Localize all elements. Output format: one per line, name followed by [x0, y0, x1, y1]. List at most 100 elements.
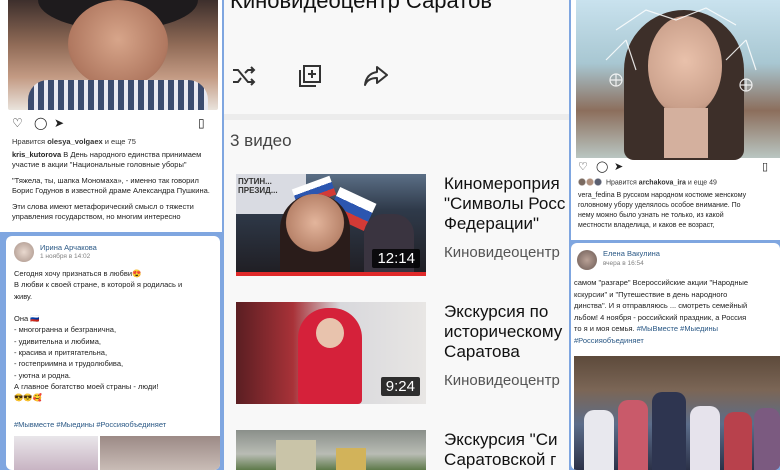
post-image[interactable]: [14, 436, 98, 470]
post-date[interactable]: вчера в 16:54: [603, 260, 644, 267]
video-title-line: Федерации": [444, 214, 540, 233]
video-title-line: Экскурсия "Си: [444, 430, 558, 449]
photo-person: [618, 400, 648, 470]
photo-person: [754, 408, 780, 470]
author-name[interactable]: Ирина Арчакова: [40, 243, 97, 252]
video-title[interactable]: Экскурсия "Си Саратовской г: [444, 430, 569, 470]
author-name[interactable]: Елена Вакулина: [603, 249, 660, 258]
comment-icon[interactable]: ◯: [34, 116, 47, 130]
thumb-face: [316, 318, 344, 348]
caption-line: vera_fedina В русском народном костюме ж…: [578, 192, 747, 199]
photo-person: [584, 410, 614, 470]
post-date[interactable]: 1 ноября в 14:02: [40, 253, 90, 260]
photo-person: [724, 412, 752, 470]
post-line: живу.: [14, 291, 33, 301]
heart-icon[interactable]: ♡: [578, 160, 588, 173]
photo-face: [68, 0, 168, 88]
video-duration: 12:14: [372, 249, 420, 268]
likes-suffix[interactable]: и еще 49: [688, 179, 717, 186]
caption-paragraph: "Тяжела, ты, шапка Мономаха», - именно т…: [12, 176, 210, 195]
video-title-line: Киномероприя: [444, 174, 560, 193]
snowflake-filter-overlay: [605, 7, 757, 92]
video-title[interactable]: Экскурсия по историческому Саратова: [444, 302, 569, 362]
caption-line: нему можно было узнать не только, из как…: [578, 212, 724, 219]
instagram-post-left: ♡ ◯ ➤ ▯ Нравится olesya_volgaex и еще 75…: [0, 0, 222, 232]
caption-line: местности владелица, и каков ее возраст,: [578, 222, 715, 229]
post-photo[interactable]: [576, 0, 780, 160]
photo-person: [652, 392, 686, 470]
post-line: кскурсии" и "Путешествие в день народног…: [574, 289, 728, 299]
thumb-building: [336, 448, 366, 470]
post-line: - красива и притягательна,: [14, 348, 108, 358]
likes-prefix: Нравится: [12, 137, 46, 146]
post-line: - гостеприимна и трудолюбива,: [14, 359, 124, 369]
likes-prefix: Нравится: [605, 179, 637, 187]
hashtags[interactable]: #МыВместе #Мыедины: [637, 324, 718, 333]
heart-icon[interactable]: ♡: [12, 116, 23, 130]
video-title-line: Саратовской г: [444, 450, 557, 469]
video-channel[interactable]: Киновидеоцентр: [444, 372, 560, 389]
post-line: льбом! 4 ноября - российский праздник, а…: [574, 312, 747, 322]
post-line: - уютна и родна.: [14, 370, 71, 380]
playlist-title: Киновидеоцентр Саратов: [230, 0, 493, 13]
photo-person: [690, 406, 720, 470]
liker-avatars: [578, 178, 604, 187]
post-line: - удивительна и любима,: [14, 336, 101, 346]
post-actions: ♡ ◯ ➤ ▯: [578, 160, 778, 174]
video-item[interactable]: Экскурсия "Си Саратовской г: [224, 430, 569, 470]
youtube-playlist: Киновидеоцентр Саратов 3 видео ПУТИН... …: [224, 0, 569, 470]
post-images: [14, 436, 220, 470]
post-body: Сегодня хочу признаться в любви😍 В любви…: [14, 268, 214, 404]
vk-post-right: Елена Вакулина вчера в 16:54 самом "разг…: [571, 243, 780, 470]
post-line: Сегодня хочу признаться в любви😍: [14, 269, 142, 278]
instagram-post-right: ♡ ◯ ➤ ▯ Нравится archakova_ira и еще 49 …: [571, 0, 780, 240]
comment-icon[interactable]: ◯: [596, 160, 608, 173]
watch-progress: [236, 272, 426, 276]
post-author[interactable]: kris_kutorova: [12, 150, 61, 159]
video-title-line: "Символы Росс: [444, 194, 566, 213]
thumb-caption: ПУТИН... ПРЕЗИД...: [238, 177, 278, 195]
share-icon[interactable]: ➤: [614, 160, 623, 173]
video-thumbnail[interactable]: [236, 430, 426, 470]
share-icon[interactable]: [360, 60, 392, 92]
video-title-line: историческому: [444, 322, 563, 341]
likes-user[interactable]: olesya_volgaex: [47, 137, 102, 146]
video-thumbnail[interactable]: ПУТИН... ПРЕЗИД... 12:14: [236, 174, 426, 276]
video-channel[interactable]: Киновидеоцентр: [444, 244, 560, 261]
thumb-building: [276, 440, 316, 470]
video-item[interactable]: 9:24 Экскурсия по историческому Саратова…: [224, 302, 569, 420]
vk-post-left: Ирина Арчакова 1 ноября в 14:02 Сегодня …: [6, 236, 220, 470]
bookmark-icon[interactable]: ▯: [198, 116, 205, 130]
caption-line: головному убору уделялось особое внимани…: [578, 202, 741, 209]
video-title-line: Экскурсия по: [444, 302, 549, 321]
likes-text: Нравится archakova_ira и еще 49: [578, 178, 717, 187]
bookmark-icon[interactable]: ▯: [762, 160, 768, 173]
post-line: то я и моя семья.: [574, 324, 635, 333]
post-line: - многогранна и безгранична,: [14, 325, 117, 335]
likes-user[interactable]: archakova_ira: [639, 179, 686, 186]
likes-suffix[interactable]: и еще 75: [105, 137, 136, 146]
post-line: В любви к своей стране, в которой я роди…: [14, 280, 183, 290]
hashtags[interactable]: #Россияобъединяет: [574, 335, 780, 347]
post-photo[interactable]: [8, 0, 218, 110]
photo-sweater: [28, 80, 208, 110]
avatar[interactable]: [14, 242, 34, 262]
post-line: [14, 302, 214, 313]
hashtags[interactable]: #Мывместе #Мыедины #Россияобъединяет: [14, 420, 166, 429]
post-image[interactable]: [100, 436, 220, 470]
post-line: динства". И я отправляюсь ... смотреть с…: [574, 301, 748, 310]
video-item[interactable]: ПУТИН... ПРЕЗИД... 12:14 Киномероприя "С…: [224, 174, 569, 292]
post-line: А главное богатство моей страны - люди!: [14, 381, 159, 391]
post-photo[interactable]: [574, 356, 780, 470]
post-line: самом "разгаре" Всероссийские акции "Нар…: [574, 278, 749, 287]
shuffle-icon[interactable]: [228, 60, 260, 92]
video-title[interactable]: Киномероприя "Символы Росс Федерации": [444, 174, 569, 234]
post-line: Она 🇷🇺: [14, 314, 40, 324]
avatar[interactable]: [577, 250, 597, 270]
video-title-line: Саратова: [444, 342, 520, 361]
video-thumbnail[interactable]: 9:24: [236, 302, 426, 404]
video-count: 3 видео: [230, 131, 292, 150]
share-icon[interactable]: ➤: [54, 116, 64, 130]
add-to-playlist-icon[interactable]: [294, 60, 326, 92]
post-actions: ♡ ◯ ➤ ▯: [12, 116, 212, 132]
